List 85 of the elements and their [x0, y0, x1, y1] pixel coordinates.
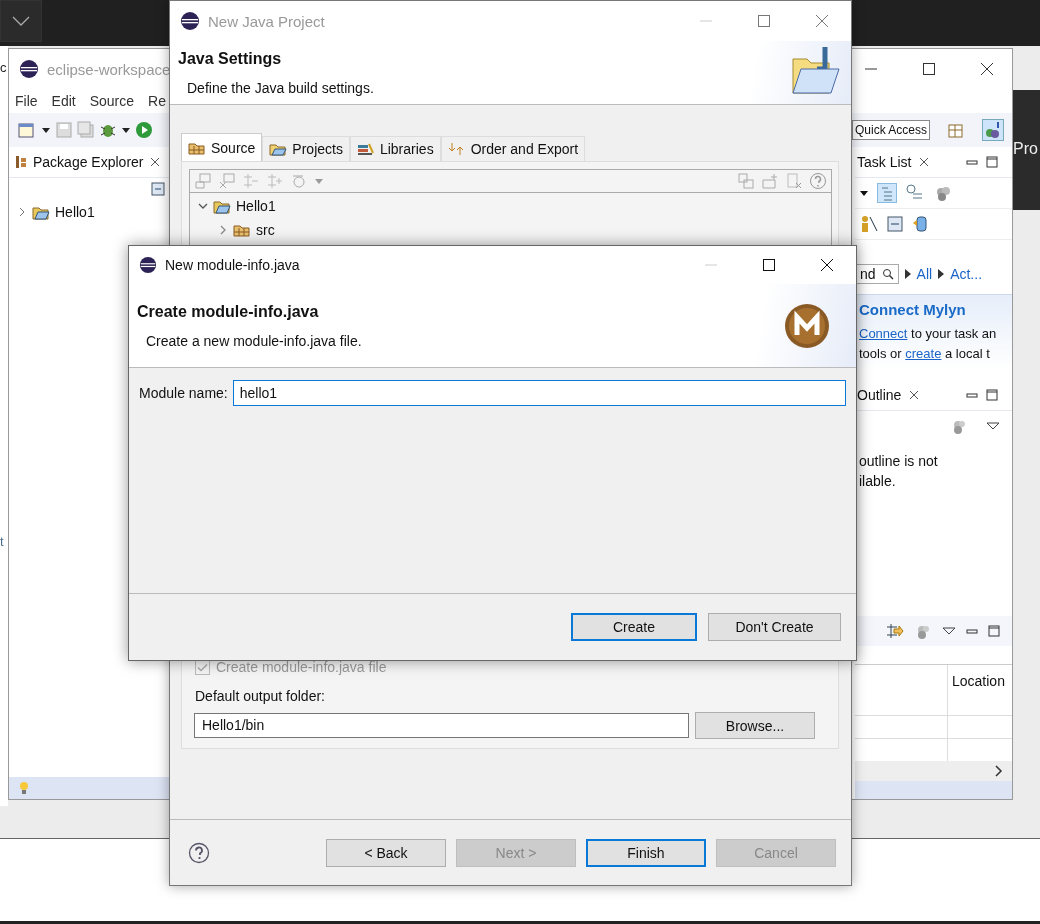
- tree-item[interactable]: src: [190, 218, 831, 242]
- window-title: New module-info.java: [165, 257, 300, 273]
- tab-icon: [269, 142, 288, 156]
- menu-item[interactable]: Source: [89, 93, 135, 109]
- message-text: outline is not: [859, 452, 939, 471]
- output-folder-field[interactable]: Hello1/bin: [194, 713, 689, 738]
- dialog-heading: Create module-info.java: [137, 302, 320, 321]
- field-label: Default output folder:: [194, 688, 326, 704]
- maximize-icon[interactable]: [762, 258, 776, 272]
- close-icon[interactable]: [820, 258, 834, 272]
- tab[interactable]: Libraries: [349, 136, 441, 161]
- run-icon[interactable]: [135, 121, 153, 139]
- file-remove-icon[interactable]: [785, 172, 803, 190]
- search-icon: [881, 268, 894, 280]
- project-folder-icon: [213, 198, 231, 214]
- field-label: Module name:: [139, 385, 228, 401]
- caret-icon[interactable]: [859, 188, 869, 198]
- dialog-button[interactable]: Don't Create: [708, 613, 841, 641]
- dropdown-button[interactable]: [0, 0, 42, 42]
- help-icon[interactable]: [188, 841, 210, 864]
- view-title[interactable]: Task List: [857, 154, 912, 170]
- panel-title: Connect Mylyn: [859, 301, 967, 318]
- view-menu-icon[interactable]: [942, 626, 956, 636]
- tab-icon: [447, 142, 466, 156]
- dialog-button[interactable]: Finish: [586, 838, 706, 867]
- maximize-icon[interactable]: [922, 62, 936, 76]
- connect-text: tools or create a local t: [859, 345, 991, 363]
- tab-icon: [356, 142, 375, 156]
- tab[interactable]: Projects: [262, 136, 350, 161]
- background-text: Pro: [1013, 140, 1038, 158]
- close-icon[interactable]: [909, 390, 920, 400]
- package-explorer-icon: [15, 155, 27, 169]
- eclipse-icon: [139, 256, 157, 274]
- dialog-description: Define the Java build settings.: [187, 79, 374, 96]
- dialog-description: Create a new module-info.java file.: [146, 332, 362, 349]
- expander-icon[interactable]: [198, 201, 208, 211]
- view-title[interactable]: Package Explorer: [33, 154, 144, 170]
- module-icon: [784, 302, 830, 349]
- project-folder-icon: [32, 204, 50, 220]
- collapse-all-icon[interactable]: [887, 216, 903, 232]
- sync-icon[interactable]: [911, 215, 929, 233]
- close-icon[interactable]: [919, 157, 930, 167]
- view-menu-icon[interactable]: [986, 421, 1000, 431]
- arrows-icon[interactable]: [886, 622, 904, 640]
- eclipse-icon: [180, 11, 200, 31]
- lightbulb-icon: [19, 780, 29, 796]
- message-text: ilable.: [859, 472, 897, 491]
- module-name-field[interactable]: hello1: [232, 380, 846, 406]
- link[interactable]: create: [905, 346, 942, 361]
- expander-icon[interactable]: [218, 225, 228, 235]
- quick-access-field[interactable]: Quick Access: [851, 120, 930, 140]
- window-title: New Java Project: [208, 12, 325, 30]
- view-title[interactable]: Outline: [857, 387, 902, 403]
- collapse-all-icon[interactable]: [151, 182, 165, 196]
- tab-icon: [188, 140, 206, 155]
- triangle-icon: [904, 269, 911, 279]
- background-text: c: [0, 60, 7, 75]
- link[interactable]: Connect: [859, 326, 908, 341]
- triangle-icon: [938, 269, 945, 279]
- browse-button[interactable]: Browse...: [695, 712, 815, 739]
- connect-text: Connect to your task an: [859, 325, 998, 343]
- package-folder-icon: [233, 223, 251, 237]
- scroll-right-icon[interactable]: [994, 765, 1004, 777]
- tab[interactable]: Source: [181, 133, 263, 161]
- filter-link[interactable]: Act...: [950, 266, 983, 282]
- person-icon[interactable]: [859, 215, 879, 233]
- tree-item[interactable]: Hello1: [190, 194, 831, 218]
- close-icon[interactable]: [149, 157, 160, 167]
- filter-link[interactable]: All: [916, 266, 933, 282]
- background-text: t: [0, 534, 4, 549]
- menu-item[interactable]: File: [15, 93, 38, 109]
- close-icon[interactable]: [980, 62, 994, 76]
- java-perspective-icon[interactable]: [982, 119, 1004, 141]
- tab[interactable]: Order and Export: [440, 136, 586, 161]
- eclipse-icon: [19, 59, 39, 79]
- window-title: eclipse-workspace: [47, 60, 171, 78]
- column-header[interactable]: Location: [948, 665, 1005, 715]
- dialog-heading: Java Settings: [178, 49, 283, 68]
- tree-item[interactable]: Hello1: [9, 200, 169, 224]
- menu-item[interactable]: Edit: [51, 93, 76, 109]
- chevron-icon: [12, 16, 30, 26]
- menu-item[interactable]: Re: [148, 93, 166, 109]
- dialog-button[interactable]: Create: [571, 613, 697, 641]
- expander-icon[interactable]: [17, 207, 27, 217]
- dialog-button[interactable]: < Back: [326, 838, 446, 867]
